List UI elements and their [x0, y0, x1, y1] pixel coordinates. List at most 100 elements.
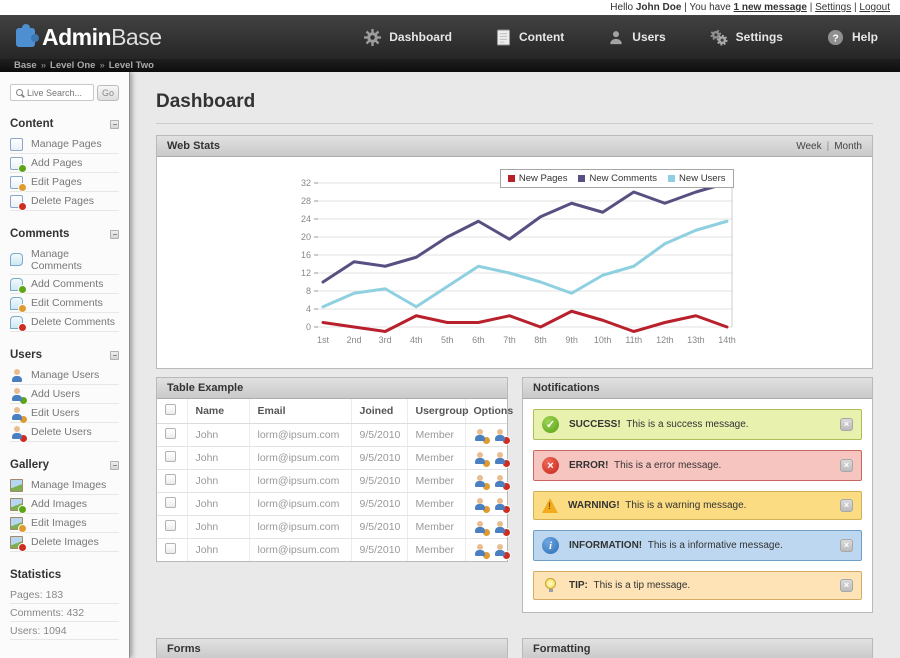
- app-logo[interactable]: AdminBase: [16, 24, 162, 51]
- sidebar-item[interactable]: Edit Images: [10, 514, 119, 533]
- svg-text:32: 32: [300, 178, 310, 188]
- edit-user-icon[interactable]: [474, 429, 486, 441]
- sidebar-section-header: Comments: [10, 226, 119, 245]
- collapse-icon[interactable]: [110, 120, 119, 129]
- nav-item-dashboard[interactable]: Dashboard: [342, 29, 474, 46]
- delete-user-icon[interactable]: [494, 452, 506, 464]
- nav-item-users[interactable]: Users: [586, 29, 687, 46]
- options-cell: [465, 424, 507, 447]
- usergroup-cell: Member: [407, 447, 465, 470]
- edit-user-icon[interactable]: [474, 452, 486, 464]
- search-go-button[interactable]: Go: [97, 85, 119, 101]
- sidebar-item-label: Manage Comments: [31, 248, 119, 272]
- delete-badge-icon: [503, 460, 510, 467]
- nav-label: Users: [632, 30, 665, 44]
- breadcrumb-item[interactable]: Level One: [50, 60, 95, 71]
- sidebar-section: GalleryManage ImagesAdd ImagesEdit Image…: [10, 457, 119, 552]
- panel-title: Web Stats: [167, 140, 220, 152]
- formatting-panel: Formatting Headline Lorem ipsum dolor si…: [522, 638, 873, 658]
- delete-user-icon[interactable]: [494, 498, 506, 510]
- delete-user-icon[interactable]: [494, 521, 506, 533]
- settings-link[interactable]: Settings: [815, 2, 851, 13]
- web-stats-header: Web Stats Week|Month: [157, 136, 872, 157]
- main-nav: Dashboard Content Users Settings ? Help: [342, 29, 884, 46]
- legend-label: New Comments: [589, 173, 657, 184]
- sidebar-item[interactable]: Manage Pages: [10, 135, 119, 154]
- breadcrumb-item[interactable]: Level Two: [109, 60, 154, 71]
- sidebar-item[interactable]: Delete Images: [10, 533, 119, 552]
- breadcrumb-item[interactable]: Base: [14, 60, 37, 71]
- new-message-link[interactable]: 1 new message: [734, 2, 807, 13]
- collapse-icon[interactable]: [110, 351, 119, 360]
- collapse-icon[interactable]: [110, 461, 119, 470]
- edit-badge-icon: [483, 552, 490, 559]
- column-header: Name: [187, 399, 249, 424]
- row-checkbox[interactable]: [165, 428, 176, 439]
- warning-notification: !WARNING! This is a warning message.×: [533, 491, 862, 520]
- delete-user-icon[interactable]: [494, 475, 506, 487]
- nav-item-settings[interactable]: Settings: [688, 29, 805, 46]
- row-checkbox[interactable]: [165, 451, 176, 462]
- nav-label: Dashboard: [389, 30, 452, 44]
- image-icon: [10, 536, 23, 549]
- sidebar-item[interactable]: Edit Pages: [10, 173, 119, 192]
- notification-text: INFORMATION! This is a informative messa…: [569, 540, 783, 551]
- edit-user-icon[interactable]: [474, 498, 486, 510]
- sidebar-item[interactable]: Add Images: [10, 495, 119, 514]
- svg-text:6th: 6th: [472, 335, 485, 345]
- greeting-text: Hello John Doe: [610, 2, 681, 13]
- live-search-input[interactable]: [27, 88, 88, 98]
- add-badge-icon: [19, 165, 26, 172]
- joined-cell: 9/5/2010: [351, 493, 407, 516]
- close-icon[interactable]: ×: [840, 539, 853, 552]
- sidebar-item[interactable]: Add Pages: [10, 154, 119, 173]
- close-icon[interactable]: ×: [840, 418, 853, 431]
- notification-text: TIP: This is a tip message.: [569, 580, 690, 591]
- error-icon: ×: [542, 457, 559, 474]
- nav-item-help[interactable]: ? Help: [805, 29, 884, 46]
- delete-badge-icon: [503, 552, 510, 559]
- nav-item-content[interactable]: Content: [474, 29, 586, 46]
- breadcrumb-separator: »: [99, 60, 104, 71]
- delete-user-icon[interactable]: [494, 429, 506, 441]
- close-icon[interactable]: ×: [840, 459, 853, 472]
- edit-user-icon[interactable]: [474, 475, 486, 487]
- usergroup-cell: Member: [407, 493, 465, 516]
- close-icon[interactable]: ×: [840, 499, 853, 512]
- row-checkbox[interactable]: [165, 543, 176, 554]
- delete-badge-icon: [19, 203, 26, 210]
- name-cell: John: [187, 539, 249, 562]
- sidebar-item[interactable]: Delete Pages: [10, 192, 119, 211]
- formatting-header: Formatting: [523, 639, 872, 658]
- sidebar-item[interactable]: Edit Comments: [10, 294, 119, 313]
- logout-link[interactable]: Logout: [859, 2, 890, 13]
- sidebar-item[interactable]: Add Comments: [10, 275, 119, 294]
- edit-user-icon[interactable]: [474, 521, 486, 533]
- nav-label: Help: [852, 30, 878, 44]
- sidebar-item[interactable]: Manage Users: [10, 366, 119, 385]
- select-all-checkbox[interactable]: [165, 404, 176, 415]
- chart-body: New PagesNew CommentsNew Users 048121620…: [157, 157, 872, 368]
- close-icon[interactable]: ×: [840, 579, 853, 592]
- sidebar-item[interactable]: Manage Comments: [10, 245, 119, 275]
- delete-user-icon[interactable]: [494, 544, 506, 556]
- collapse-icon[interactable]: [110, 230, 119, 239]
- sidebar-item[interactable]: Delete Comments: [10, 313, 119, 332]
- success-notification: ✓SUCCESS! This is a success message.×: [533, 409, 862, 440]
- sidebar-item[interactable]: Edit Users: [10, 404, 119, 423]
- sidebar-item[interactable]: Add Users: [10, 385, 119, 404]
- svg-text:4th: 4th: [409, 335, 422, 345]
- sidebar-item[interactable]: Manage Images: [10, 476, 119, 495]
- row-checkbox[interactable]: [165, 497, 176, 508]
- notification-text: ERROR! This is a error message.: [569, 460, 721, 471]
- search-icon: [16, 89, 23, 96]
- sidebar-item-label: Delete Images: [31, 536, 99, 548]
- row-checkbox[interactable]: [165, 474, 176, 485]
- row-checkbox[interactable]: [165, 520, 176, 531]
- delete-badge-icon: [19, 544, 26, 551]
- edit-user-icon[interactable]: [474, 544, 486, 556]
- week-link[interactable]: Week: [796, 141, 821, 152]
- sidebar-section: Comments Manage Comments Add CommentsEdit …: [10, 226, 119, 332]
- month-link[interactable]: Month: [834, 141, 862, 152]
- sidebar-item[interactable]: Delete Users: [10, 423, 119, 442]
